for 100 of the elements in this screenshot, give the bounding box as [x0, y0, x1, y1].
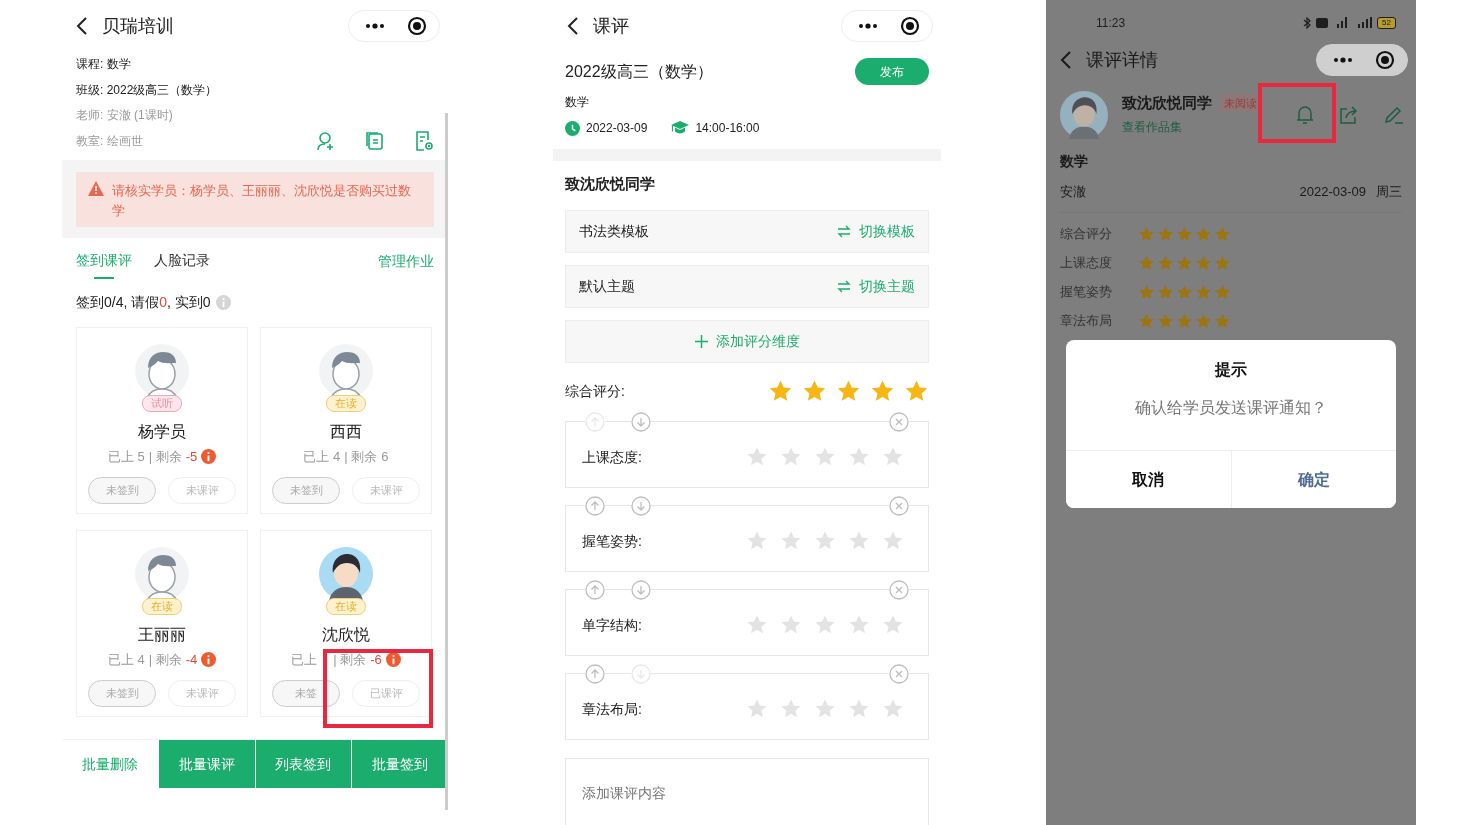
date-text: 2022-03-09 — [1299, 183, 1366, 201]
star-rating[interactable] — [746, 446, 904, 468]
star-icon[interactable] — [882, 698, 904, 720]
info-icon[interactable] — [385, 652, 401, 668]
move-down-icon[interactable] — [631, 579, 651, 600]
target-icon[interactable] — [1375, 50, 1395, 70]
star-icon[interactable] — [814, 614, 836, 636]
target-icon[interactable] — [900, 16, 920, 36]
star-rating[interactable] — [746, 614, 904, 636]
star-icon[interactable] — [882, 530, 904, 552]
move-up-icon[interactable] — [585, 495, 605, 516]
publish-button[interactable]: 发布 — [855, 58, 929, 85]
action-button[interactable]: 列表签到 — [254, 740, 352, 788]
document-settings-icon[interactable] — [414, 131, 434, 152]
star-icon[interactable] — [780, 530, 802, 552]
add-dimension-button[interactable]: 添加评分维度 — [565, 319, 929, 363]
star-icon[interactable] — [848, 446, 870, 468]
status-button[interactable]: 未签到 — [88, 476, 156, 504]
star-icon[interactable] — [882, 446, 904, 468]
star-rating[interactable] — [1138, 254, 1231, 272]
star-icon[interactable] — [848, 530, 870, 552]
star-icon[interactable] — [780, 446, 802, 468]
star-icon[interactable] — [1195, 283, 1212, 301]
subject-text: 数学 — [1059, 152, 1089, 171]
star-icon[interactable] — [1214, 283, 1231, 301]
star-icon[interactable] — [1157, 312, 1174, 330]
close-icon[interactable] — [889, 663, 909, 684]
star-rating[interactable] — [1138, 283, 1231, 301]
star-icon[interactable] — [814, 698, 836, 720]
star-icon[interactable] — [746, 446, 768, 468]
star-icon[interactable] — [1157, 283, 1174, 301]
alert-text: 请核实学员：杨学员、王丽丽、沈欣悦是否购买过数学 — [112, 182, 412, 220]
star-icon[interactable] — [746, 614, 768, 636]
star-icon[interactable] — [780, 614, 802, 636]
star-icon[interactable] — [746, 698, 768, 720]
star-icon[interactable] — [1157, 225, 1174, 243]
star-icon[interactable] — [1195, 254, 1212, 272]
star-icon[interactable] — [1214, 225, 1231, 243]
star-icon[interactable] — [1195, 225, 1212, 243]
info-icon[interactable] — [201, 449, 217, 465]
star-icon[interactable] — [1138, 254, 1155, 272]
close-icon[interactable] — [889, 579, 909, 600]
switch-link[interactable]: 切换主题 — [837, 275, 915, 297]
target-icon[interactable] — [407, 16, 427, 36]
more-icon[interactable] — [1333, 57, 1353, 63]
star-icon[interactable] — [1138, 312, 1155, 330]
back-icon[interactable] — [76, 16, 88, 36]
info-icon[interactable] — [201, 652, 217, 668]
more-icon[interactable] — [858, 23, 878, 29]
edit-icon[interactable] — [1384, 106, 1404, 124]
status-button[interactable]: 未签 — [272, 679, 340, 707]
star-icon[interactable] — [848, 614, 870, 636]
subject-text: 数学 — [565, 95, 589, 109]
clock-icon — [565, 120, 580, 136]
manage-homework-link[interactable]: 管理作业 — [378, 250, 434, 272]
action-button[interactable]: 批量签到 — [351, 740, 448, 788]
star-rating[interactable] — [746, 698, 904, 720]
status-time: 11:23 — [1096, 14, 1126, 32]
status-button[interactable]: 未签到 — [88, 679, 156, 707]
star-rating[interactable] — [1138, 225, 1231, 243]
star-rating[interactable] — [746, 530, 904, 552]
star-icon[interactable] — [1176, 312, 1193, 330]
close-icon[interactable] — [889, 495, 909, 516]
tab[interactable]: 签到课评 — [76, 243, 132, 279]
star-icon[interactable] — [814, 530, 836, 552]
star-icon[interactable] — [882, 614, 904, 636]
star-icon[interactable] — [1176, 283, 1193, 301]
tab[interactable]: 人脸记录 — [154, 243, 210, 279]
comment-field[interactable]: 添加课评内容 — [565, 757, 929, 825]
dialog-button[interactable]: 确定 — [1230, 451, 1396, 508]
star-icon[interactable] — [1214, 312, 1231, 330]
star-icon[interactable] — [848, 698, 870, 720]
star-icon[interactable] — [1195, 312, 1212, 330]
star-icon[interactable] — [1138, 225, 1155, 243]
move-down-icon[interactable] — [631, 495, 651, 516]
close-icon[interactable] — [889, 411, 909, 432]
remaining-label: | 剩余 — [344, 448, 378, 466]
star-rating[interactable] — [1138, 312, 1231, 330]
action-button[interactable]: 批量课评 — [157, 740, 255, 788]
back-icon[interactable] — [567, 16, 579, 36]
star-icon[interactable] — [746, 530, 768, 552]
add-person-icon[interactable] — [316, 131, 336, 152]
star-icon[interactable] — [814, 446, 836, 468]
switch-link[interactable]: 切换模板 — [837, 220, 915, 242]
star-icon[interactable] — [1138, 283, 1155, 301]
star-icon[interactable] — [780, 698, 802, 720]
star-icon[interactable] — [1176, 225, 1193, 243]
swap-icon — [837, 224, 851, 238]
move-down-icon[interactable] — [631, 411, 651, 432]
star-icon[interactable] — [1157, 254, 1174, 272]
star-icon[interactable] — [1176, 254, 1193, 272]
portfolio-link[interactable]: 查看作品集 — [1122, 120, 1182, 135]
status-button[interactable]: 未签到 — [272, 476, 340, 504]
move-up-icon[interactable] — [585, 663, 605, 684]
move-up-icon[interactable] — [585, 579, 605, 600]
document-icon[interactable] — [366, 131, 384, 152]
star-icon[interactable] — [1214, 254, 1231, 272]
share-icon[interactable] — [1340, 106, 1358, 124]
more-icon[interactable] — [365, 23, 385, 29]
bell-icon[interactable] — [1296, 105, 1314, 125]
